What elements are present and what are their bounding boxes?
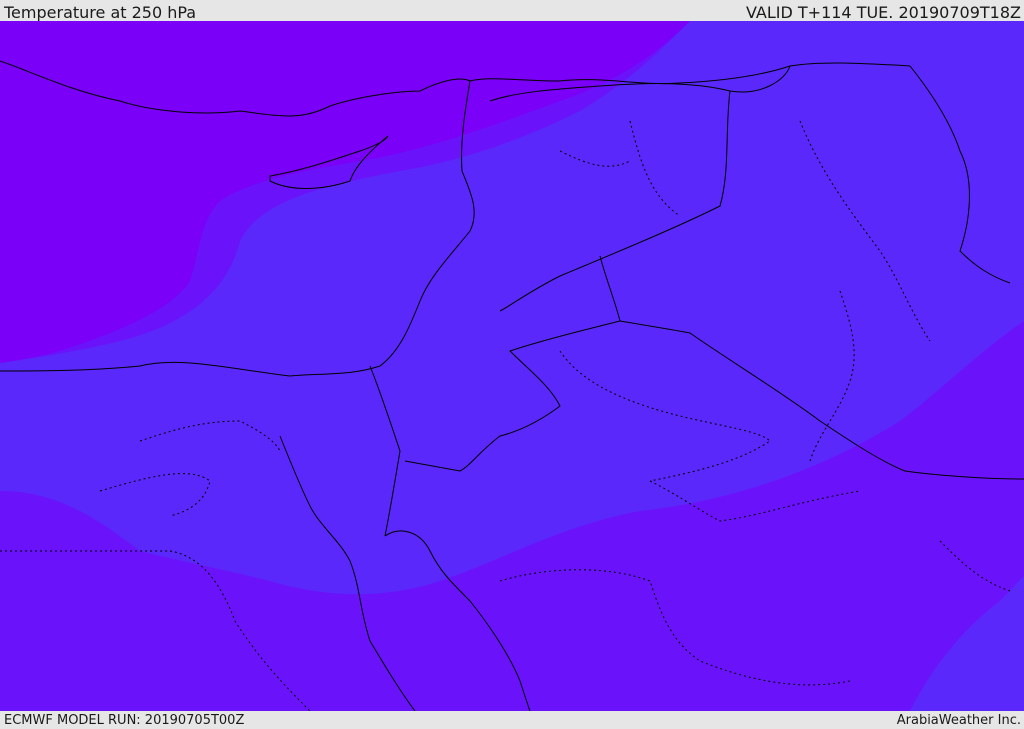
header-bar: Temperature at 250 hPa VALID T+114 TUE. … — [0, 0, 1024, 22]
credit-label: ArabiaWeather Inc. — [896, 713, 1021, 728]
map-title: Temperature at 250 hPa — [4, 3, 197, 22]
map-viewer: Temperature at 250 hPa VALID T+114 TUE. … — [0, 0, 1024, 729]
temperature-map — [0, 21, 1024, 711]
model-run: ECMWF MODEL RUN: 20190705T00Z — [4, 713, 245, 728]
valid-time: VALID T+114 TUE. 20190709T18Z — [745, 3, 1021, 22]
footer-bar: ECMWF MODEL RUN: 20190705T00Z ArabiaWeat… — [0, 711, 1024, 729]
